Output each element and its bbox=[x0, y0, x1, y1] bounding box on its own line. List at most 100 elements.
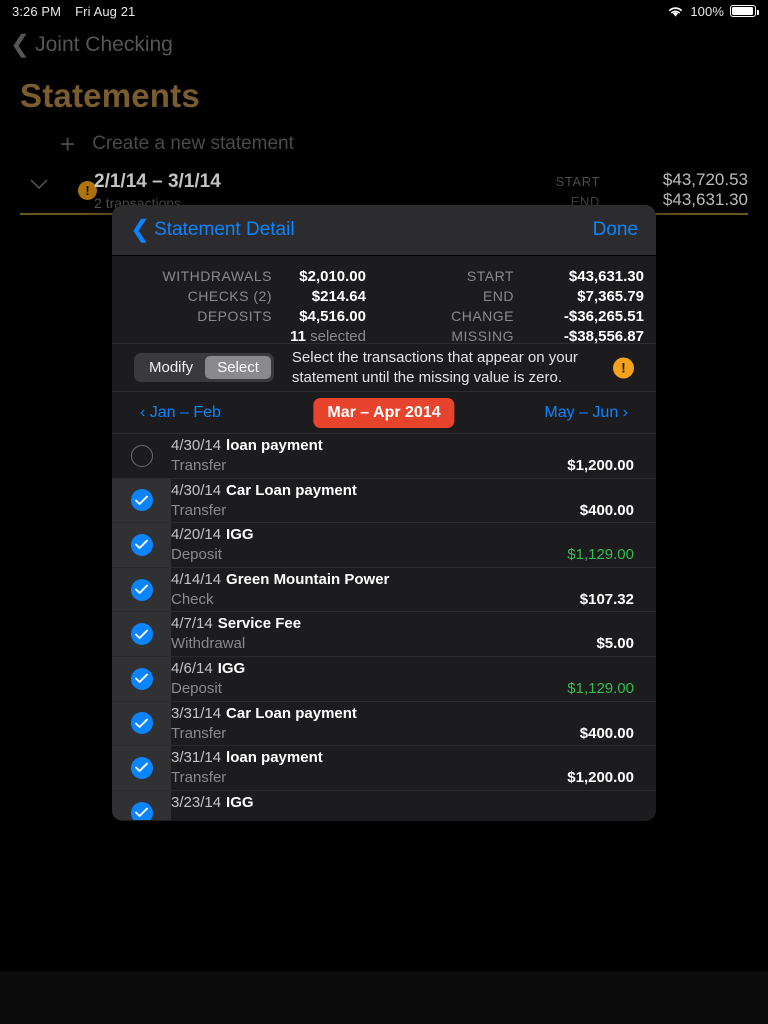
current-period-badge[interactable]: Mar – Apr 2014 bbox=[313, 397, 455, 428]
transaction-details: 3/31/14 Car Loan payment Transfer $400.00 bbox=[171, 702, 656, 746]
summary-item: START $43,631.30 bbox=[412, 268, 656, 288]
checkbox-unchecked-icon[interactable] bbox=[130, 444, 153, 467]
selected-count: 11 selected bbox=[290, 328, 366, 345]
transaction-date: 3/31/14 bbox=[171, 704, 222, 722]
transaction-title-line: 4/7/14 Service Fee bbox=[171, 615, 301, 632]
transaction-amount: $400.00 bbox=[579, 724, 634, 742]
transaction-type: Transfer bbox=[171, 457, 227, 474]
summary-panel: WITHDRAWALS $2,010.00 CHECKS (2) $214.64… bbox=[112, 256, 656, 345]
transaction-amount: $1,129.00 bbox=[567, 546, 634, 564]
checkbox-checked-icon[interactable] bbox=[130, 489, 153, 512]
transaction-select-gutter[interactable] bbox=[112, 567, 171, 612]
transaction-select-gutter[interactable] bbox=[112, 478, 171, 523]
transaction-row[interactable]: 3/31/14 Car Loan payment Transfer $400.00 bbox=[112, 701, 656, 747]
transaction-name: loan payment bbox=[226, 749, 323, 767]
checkbox-checked-icon[interactable] bbox=[130, 578, 153, 601]
status-bar: 3:26 PM Fri Aug 21 100% bbox=[0, 0, 768, 22]
transaction-row[interactable]: 4/30/14 Car Loan payment Transfer $400.00 bbox=[112, 478, 656, 524]
transaction-title-line: 4/30/14 Car Loan payment bbox=[171, 482, 357, 499]
transaction-amount: $1,200.00 bbox=[567, 457, 634, 474]
transaction-amount: $400.00 bbox=[579, 501, 634, 519]
transaction-select-gutter[interactable] bbox=[112, 434, 171, 478]
transaction-select-gutter[interactable] bbox=[112, 656, 171, 701]
transaction-row[interactable]: 3/23/14 IGG bbox=[112, 790, 656, 820]
transaction-details: 4/20/14 IGG Deposit $1,129.00 bbox=[171, 523, 656, 567]
next-period-button[interactable]: May – Jun › bbox=[544, 404, 628, 422]
transaction-name: Service Fee bbox=[217, 615, 302, 633]
transaction-type: Check bbox=[171, 590, 214, 608]
transaction-title-line: 3/23/14 IGG bbox=[171, 794, 254, 811]
checkbox-checked-icon[interactable] bbox=[130, 756, 153, 779]
select-segment[interactable]: Select bbox=[205, 356, 271, 379]
checkbox-checked-icon[interactable] bbox=[130, 533, 153, 556]
summary-value: -$36,265.51 bbox=[563, 308, 644, 325]
transaction-type: Transfer bbox=[171, 769, 227, 787]
chevron-down-icon[interactable] bbox=[30, 179, 48, 189]
previous-period-button[interactable]: ‹ Jan – Feb bbox=[140, 404, 221, 422]
wifi-icon bbox=[669, 6, 683, 17]
transaction-date: 3/31/14 bbox=[171, 749, 222, 767]
back-nav-label: Joint Checking bbox=[35, 33, 173, 56]
mode-segmented-control[interactable]: Modify Select bbox=[134, 353, 274, 382]
transaction-date: 4/20/14 bbox=[171, 526, 222, 544]
transaction-title-line: 4/30/14 loan payment bbox=[171, 437, 323, 454]
checkbox-checked-icon[interactable] bbox=[130, 667, 153, 690]
summary-label: WITHDRAWALS bbox=[162, 268, 272, 284]
warning-icon[interactable]: ! bbox=[613, 357, 634, 378]
done-button[interactable]: Done bbox=[593, 219, 638, 241]
transaction-title-line: 4/20/14 IGG bbox=[171, 526, 254, 543]
transaction-select-gutter[interactable] bbox=[112, 790, 171, 820]
transaction-date: 4/30/14 bbox=[171, 481, 222, 499]
chevron-left-icon: ❮ bbox=[10, 31, 31, 58]
transaction-title-line: 4/14/14 Green Mountain Power bbox=[171, 571, 389, 588]
statement-date-range: 2/1/14 – 3/1/14 bbox=[94, 171, 221, 192]
statement-end-value: $43,631.30 bbox=[662, 190, 748, 209]
transaction-select-gutter[interactable] bbox=[112, 746, 171, 790]
transaction-type: Transfer bbox=[171, 501, 227, 519]
modify-segment[interactable]: Modify bbox=[137, 356, 205, 379]
transaction-amount: $1,200.00 bbox=[567, 769, 634, 787]
summary-value: $4,516.00 bbox=[299, 308, 366, 325]
transaction-row[interactable]: 4/6/14 IGG Deposit $1,129.00 bbox=[112, 656, 656, 702]
create-new-statement-button[interactable]: + Create a new statement bbox=[60, 131, 294, 157]
transaction-date: 4/7/14 bbox=[171, 615, 213, 633]
modal-back-button[interactable]: ❮ Statement Detail bbox=[130, 218, 295, 242]
transaction-select-gutter[interactable] bbox=[112, 523, 171, 567]
statement-detail-modal: ❮ Statement Detail Done WITHDRAWALS $2,0… bbox=[112, 205, 656, 821]
transaction-row[interactable]: 4/20/14 IGG Deposit $1,129.00 bbox=[112, 523, 656, 568]
checkbox-checked-icon[interactable] bbox=[130, 801, 153, 820]
transaction-title-line: 4/6/14 IGG bbox=[171, 660, 245, 677]
transaction-row[interactable]: 4/30/14 loan payment Transfer $1,200.00 bbox=[112, 434, 656, 479]
transaction-row[interactable]: 3/31/14 loan payment Transfer $1,200.00 bbox=[112, 746, 656, 791]
summary-right-column: START $43,631.30 END $7,365.79 CHANGE -$… bbox=[412, 268, 656, 348]
statement-start-label: START bbox=[555, 174, 600, 189]
bottom-strip bbox=[0, 971, 768, 1024]
summary-value: -$38,556.87 bbox=[563, 328, 644, 345]
transaction-details: 4/7/14 Service Fee Withdrawal $5.00 bbox=[171, 612, 656, 656]
summary-item: DEPOSITS $4,516.00 bbox=[112, 308, 374, 328]
transaction-details: 3/23/14 IGG bbox=[171, 791, 656, 820]
transaction-name: Car Loan payment bbox=[226, 704, 357, 722]
period-navigation: ‹ Jan – Feb Mar – Apr 2014 May – Jun › bbox=[112, 392, 656, 434]
create-statement-label: Create a new statement bbox=[92, 133, 294, 154]
statement-start-value: $43,720.53 bbox=[662, 170, 748, 189]
checkbox-checked-icon[interactable] bbox=[130, 712, 153, 735]
transaction-type: Withdrawal bbox=[171, 635, 246, 653]
transaction-date: 4/14/14 bbox=[171, 570, 222, 588]
transaction-details: 4/6/14 IGG Deposit $1,129.00 bbox=[171, 657, 656, 701]
summary-item: CHANGE -$36,265.51 bbox=[412, 308, 656, 328]
summary-value: $7,365.79 bbox=[577, 288, 644, 305]
transaction-select-gutter[interactable] bbox=[112, 612, 171, 656]
transaction-row[interactable]: 4/14/14 Green Mountain Power Check $107.32 bbox=[112, 567, 656, 613]
transaction-list[interactable]: 4/30/14 loan payment Transfer $1,200.00 4/30… bbox=[112, 434, 656, 820]
transaction-date: 3/23/14 bbox=[171, 793, 222, 811]
checkbox-checked-icon[interactable] bbox=[130, 623, 153, 646]
transaction-row[interactable]: 4/7/14 Service Fee Withdrawal $5.00 bbox=[112, 612, 656, 657]
back-to-joint-checking[interactable]: ❮ Joint Checking bbox=[10, 33, 173, 57]
transaction-details: 4/30/14 loan payment Transfer $1,200.00 bbox=[171, 434, 656, 478]
transaction-amount: $107.32 bbox=[579, 590, 634, 608]
summary-label: MISSING bbox=[451, 328, 514, 344]
summary-label: END bbox=[482, 288, 514, 304]
transaction-date: 4/30/14 bbox=[171, 437, 222, 454]
transaction-select-gutter[interactable] bbox=[112, 701, 171, 746]
